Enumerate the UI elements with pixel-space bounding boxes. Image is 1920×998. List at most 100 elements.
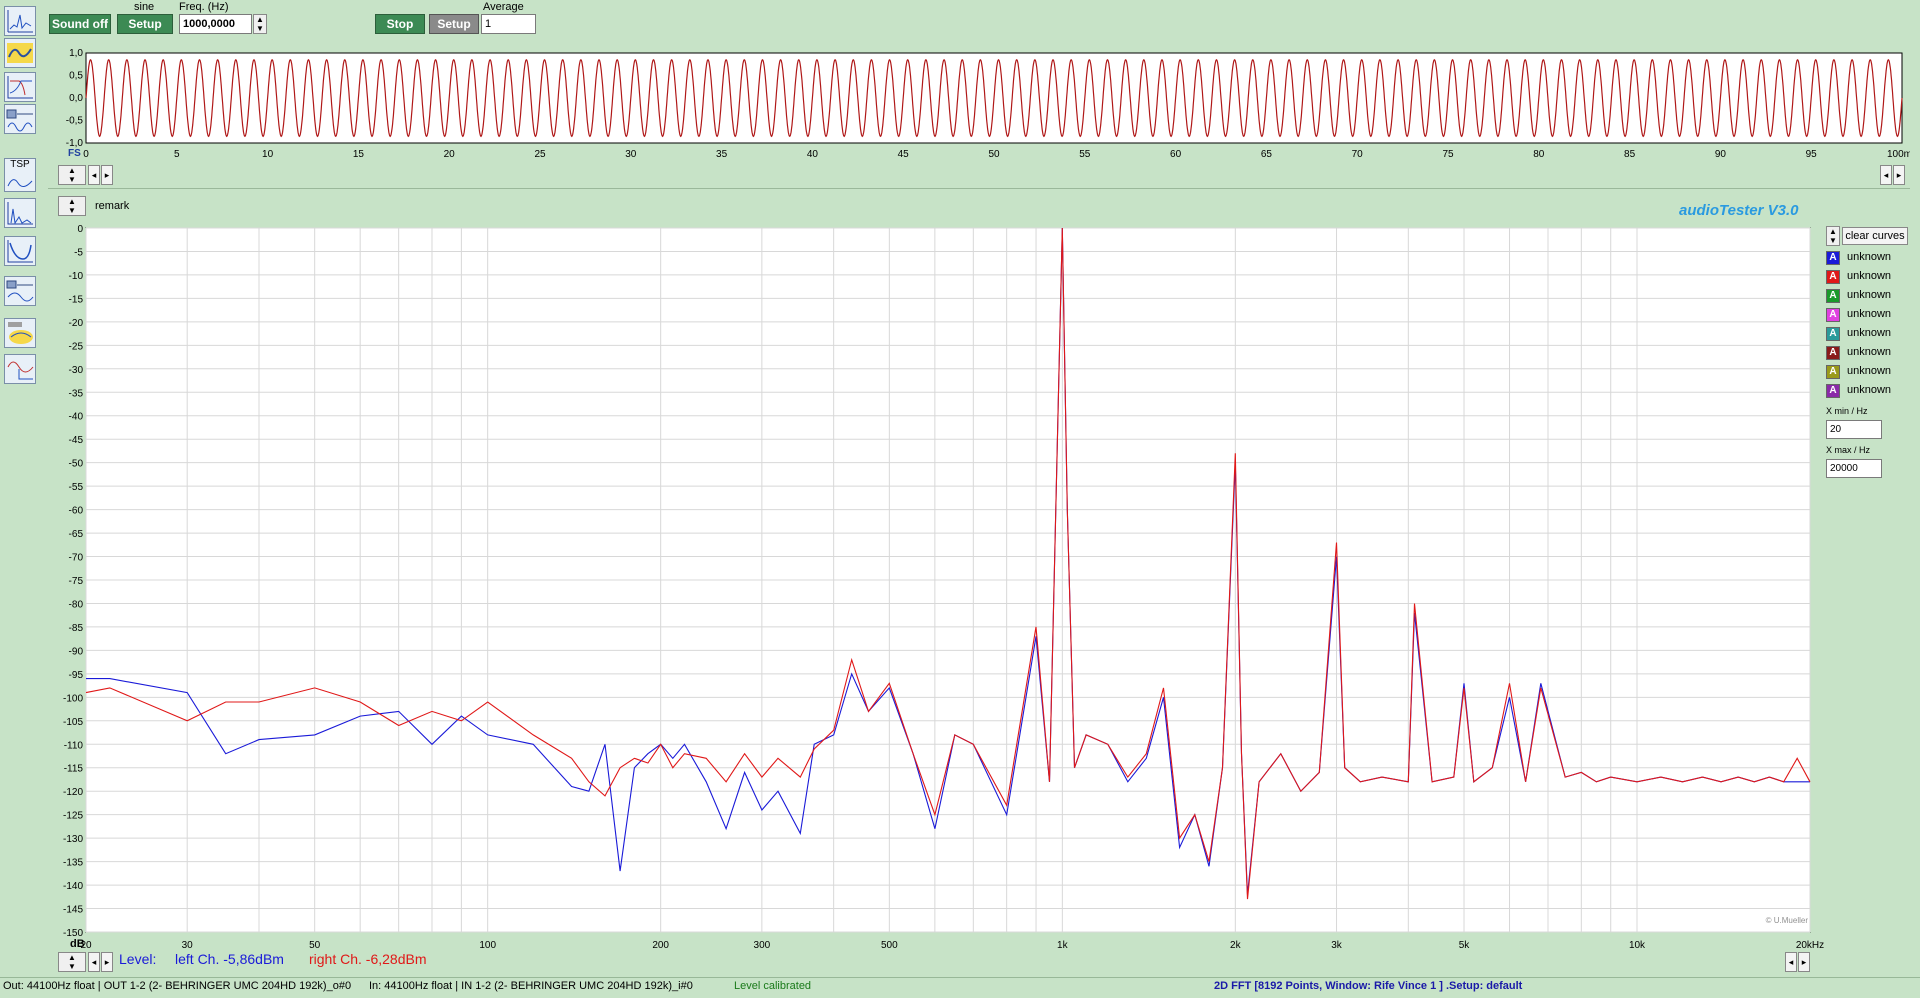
fft-y-tick: -70 — [69, 553, 84, 564]
level-label: Level: — [119, 951, 157, 967]
scope-x-tick: 45 — [898, 149, 910, 160]
curve-label: unknown — [1847, 346, 1892, 358]
curve-label: unknown — [1847, 365, 1892, 377]
fft-scroll-right-arrow[interactable]: ▸ — [1798, 952, 1810, 972]
scope-x-tick: 95 — [1806, 149, 1818, 160]
fft-y-tick: -50 — [69, 459, 84, 470]
scope-fs-label: FS — [68, 148, 81, 159]
fft-y-tick: -30 — [69, 365, 84, 376]
fft-right-arrow[interactable]: ▸ — [101, 952, 113, 972]
tsp-icon[interactable]: TSP — [4, 158, 36, 192]
fft-x-tick: 500 — [881, 940, 898, 950]
fft-y-tick: -15 — [69, 294, 84, 305]
fft-y-tick: -110 — [64, 740, 84, 751]
signal-generator-icon[interactable] — [4, 104, 36, 134]
sound-off-button[interactable]: Sound off — [49, 14, 111, 34]
scope-x-tick: 15 — [353, 149, 365, 160]
fft-y-tick: -65 — [69, 529, 84, 540]
curve-color-swatch[interactable]: A — [1826, 251, 1840, 265]
fft-y-tick: -130 — [63, 834, 83, 845]
curve-color-swatch[interactable]: A — [1826, 346, 1840, 360]
fft-x-tick: 20kHz — [1796, 940, 1824, 950]
tsp-label: TSP — [10, 159, 30, 170]
fft-left-arrow[interactable]: ◂ — [88, 952, 100, 972]
impulse-view-icon[interactable] — [4, 198, 36, 228]
scope-y-tick: 1,0 — [69, 48, 83, 59]
scope-x-tick: 100ms — [1887, 149, 1910, 160]
right-channel-level: right Ch. -6,28dBm — [309, 951, 427, 967]
fft-y-tick: -145 — [63, 905, 83, 916]
curve-label: unknown — [1847, 384, 1892, 396]
status-fft-info: 2D FFT [8192 Points, Window: Rife Vince … — [1214, 980, 1523, 992]
curve-select-spinner[interactable]: ▲ ▼ — [1826, 226, 1840, 246]
scope-right-arrow[interactable]: ▸ — [101, 165, 113, 185]
analyzer-setup-button[interactable]: Setup — [429, 14, 479, 34]
fft-y-tick: -25 — [69, 341, 84, 352]
scope-left-arrow[interactable]: ◂ — [88, 165, 100, 185]
curve-label: unknown — [1847, 251, 1892, 263]
scope-scroll-left-arrow[interactable]: ◂ — [1880, 165, 1892, 185]
fft-range-spinner[interactable]: ▲ ▼ — [58, 952, 86, 972]
fft-y-tick: -10 — [69, 271, 84, 282]
curve-color-swatch[interactable]: A — [1826, 270, 1840, 284]
fft-scale-spinner[interactable]: ▲ ▼ — [58, 196, 86, 216]
scope-x-tick: 85 — [1624, 149, 1636, 160]
fft-y-tick: -140 — [63, 881, 83, 892]
level-meter-icon[interactable] — [4, 318, 36, 348]
xmin-input[interactable]: 20 — [1826, 420, 1882, 439]
frequency-spinner[interactable]: ▲ ▼ — [253, 14, 267, 34]
scope-x-tick: 60 — [1170, 149, 1182, 160]
distortion-meter-icon[interactable] — [4, 276, 36, 306]
spectrum-view-icon[interactable] — [4, 6, 36, 36]
oscilloscope-icon[interactable] — [4, 38, 36, 68]
fft-x-tick: 50 — [309, 940, 321, 950]
curve-color-swatch[interactable]: A — [1826, 308, 1840, 322]
curve-color-swatch[interactable]: A — [1826, 289, 1840, 303]
fft-y-tick: 0 — [77, 224, 83, 235]
fft-y-tick: -55 — [69, 482, 84, 493]
scope-x-tick: 80 — [1533, 149, 1545, 160]
xmax-input[interactable]: 20000 — [1826, 459, 1882, 478]
fft-scroll-left-arrow[interactable]: ◂ — [1785, 952, 1797, 972]
fft-y-tick: -20 — [69, 318, 84, 329]
scope-zoom-spinner[interactable]: ▲ ▼ — [58, 165, 86, 185]
fft-y-tick: -100 — [63, 693, 83, 704]
fft-y-tick: -80 — [69, 599, 84, 610]
filter-response-icon[interactable] — [4, 72, 36, 102]
fft-x-tick: 100 — [479, 940, 496, 950]
scope-x-tick: 30 — [625, 149, 637, 160]
status-output: Out: 44100Hz float | OUT 1-2 (2- BEHRING… — [3, 980, 352, 992]
scope-x-tick: 55 — [1079, 149, 1091, 160]
step-response-icon[interactable] — [4, 354, 36, 384]
clear-curves-button[interactable]: clear curves — [1842, 227, 1908, 245]
average-label: Average — [483, 1, 524, 13]
fft-y-tick: -45 — [69, 435, 84, 446]
curve-color-swatch[interactable]: A — [1826, 365, 1840, 379]
fft-x-tick: 3k — [1331, 940, 1343, 950]
signal-type-label: sine — [134, 1, 155, 13]
fft-y-tick: -85 — [69, 623, 84, 634]
fft-y-tick: -75 — [69, 576, 84, 587]
scope-scroll-right-arrow[interactable]: ▸ — [1893, 165, 1905, 185]
scope-x-tick: 10 — [262, 149, 274, 160]
curve-color-swatch[interactable]: A — [1826, 327, 1840, 341]
stop-button[interactable]: Stop — [375, 14, 425, 34]
fft-x-tick: 200 — [652, 940, 669, 950]
fft-chart: 0 -5 -10 -15 -20 -25 -30 -35 -40 -45 -50 -55 -60 -65 -… — [63, 224, 1824, 950]
fft-y-tick: -125 — [63, 811, 83, 822]
frequency-input[interactable]: 1000,0000 — [179, 14, 252, 34]
status-input: In: 44100Hz float | IN 1-2 (2- BEHRINGER… — [369, 980, 693, 992]
scope-x-tick: 20 — [444, 149, 456, 160]
fft-x-tick: 10k — [1629, 940, 1646, 950]
fft-y-tick: -90 — [69, 646, 84, 657]
panel-divider — [48, 188, 1910, 189]
frequency-sweep-icon[interactable] — [4, 236, 36, 266]
copyright-label: © U.Mueller — [1766, 916, 1809, 925]
scope-x-tick: 5 — [174, 149, 180, 160]
average-input[interactable]: 1 — [481, 14, 536, 34]
signal-setup-button[interactable]: Setup — [117, 14, 173, 34]
fft-x-tick: 300 — [754, 940, 771, 950]
scope-x-tick: 25 — [534, 149, 546, 160]
scope-y-tick: 0,5 — [69, 71, 83, 82]
curve-color-swatch[interactable]: A — [1826, 384, 1840, 398]
